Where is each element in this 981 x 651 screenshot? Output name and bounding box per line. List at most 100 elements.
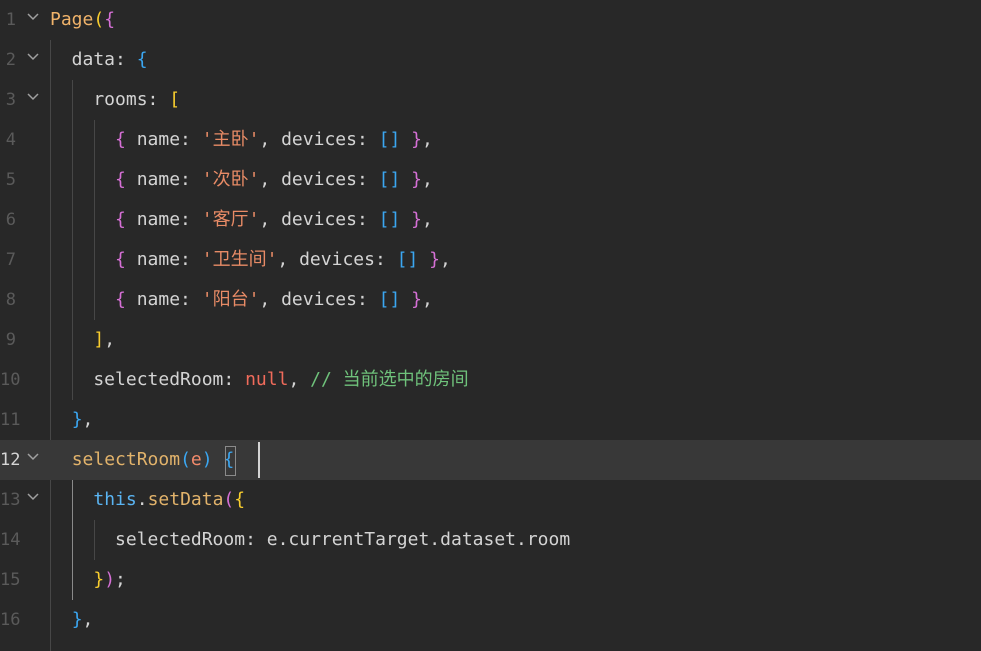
code-editor[interactable]: 1 Page({2 data: {3 rooms: [4 { name: '主卧'… [0, 0, 981, 651]
code-text: this.setData({ [50, 480, 245, 520]
line-number: 5 [5, 170, 16, 190]
indent-guide [50, 480, 51, 651]
code-token: , devices: [277, 249, 397, 270]
line-number: 3 [5, 90, 16, 110]
code-token: '主卧' [201, 129, 260, 150]
chevron-down-icon[interactable] [25, 80, 41, 120]
code-token: } [93, 569, 105, 590]
code-token: ) [104, 569, 116, 590]
code-token: ( [180, 449, 191, 470]
line-number: 6 [5, 210, 16, 230]
code-token: setData [147, 489, 224, 510]
line-number: 12 [0, 450, 21, 470]
bracket-match-highlight [225, 446, 236, 476]
code-token: ( [93, 9, 105, 30]
line-number: 9 [5, 330, 16, 350]
code-token: { [115, 169, 126, 190]
code-token: '卫生间' [201, 249, 278, 270]
code-token: name: [125, 209, 202, 230]
code-token: : e.currentTarget.dataset.room [245, 529, 571, 550]
code-line[interactable]: 10 selectedRoom: null, // 当前选中的房间 [0, 360, 981, 400]
code-token: } [71, 409, 83, 430]
line-number: 14 [0, 530, 21, 550]
line-number: 4 [5, 130, 16, 150]
line-number: 11 [0, 410, 21, 430]
code-line[interactable]: 16 }, [0, 600, 981, 640]
code-token: '客厅' [201, 209, 260, 230]
chevron-down-icon[interactable] [25, 640, 41, 651]
line-number: 10 [0, 370, 21, 390]
code-token: . [136, 489, 148, 510]
code-token: , [422, 129, 433, 150]
code-token: '次卧' [201, 169, 260, 190]
code-line[interactable]: 8 { name: '阳台', devices: [] }, [0, 280, 981, 320]
text-cursor [258, 442, 260, 478]
code-token: } [429, 249, 441, 270]
code-token: } [411, 209, 423, 230]
code-token: [] [378, 289, 401, 310]
indent-guide [94, 120, 95, 320]
line-number: 16 [0, 610, 21, 630]
chevron-down-icon[interactable] [25, 0, 41, 40]
code-line[interactable]: 11 }, [0, 400, 981, 440]
code-line[interactable]: 12 selectRoom(e) { [0, 440, 981, 480]
code-text: ], [50, 320, 115, 360]
code-token: name: [125, 249, 202, 270]
code-token: , [82, 609, 94, 630]
code-token: , devices: [259, 129, 379, 150]
code-token: { [115, 289, 126, 310]
code-line[interactable]: 13 this.setData({ [0, 480, 981, 520]
code-line[interactable]: 14 selectedRoom: e.currentTarget.dataset… [0, 520, 981, 560]
code-token: { [115, 249, 126, 270]
code-token: data [50, 49, 116, 70]
code-line[interactable]: 7 { name: '卫生间', devices: [] }, [0, 240, 981, 280]
code-token: selectedRoom [50, 529, 246, 550]
code-token: '阳台' [201, 289, 260, 310]
code-token: ) [201, 449, 213, 470]
code-token: [] [396, 249, 419, 270]
code-token: name: [125, 289, 202, 310]
code-token: ( [223, 489, 235, 510]
code-token: , [82, 409, 94, 430]
line-number: 17 [0, 640, 20, 651]
code-token: name: [125, 169, 202, 190]
code-line[interactable]: 4 { name: '主卧', devices: [] }, [0, 120, 981, 160]
indent-guide [94, 520, 95, 560]
code-line[interactable]: 15 }); [0, 560, 981, 600]
code-token: { [104, 9, 116, 30]
code-line[interactable]: 1 Page({ [0, 0, 981, 40]
chevron-down-icon[interactable] [25, 40, 41, 80]
line-number: 8 [5, 290, 16, 310]
code-text: selectRoom(e) { [50, 440, 235, 480]
chevron-down-icon[interactable] [25, 440, 41, 480]
line-number: 15 [0, 570, 21, 590]
code-token: { [115, 209, 126, 230]
code-token: } [411, 289, 423, 310]
code-token: , [440, 249, 451, 270]
code-line[interactable]: 5 { name: '次卧', devices: [] }, [0, 160, 981, 200]
code-line[interactable]: 17 [0, 640, 981, 651]
code-token: , devices: [259, 209, 379, 230]
code-token: Page [50, 9, 94, 30]
code-line[interactable]: 3 rooms: [ [0, 80, 981, 120]
line-number: 1 [5, 10, 16, 30]
code-token: this [93, 489, 137, 510]
code-token: { [136, 49, 148, 70]
code-token: [] [378, 169, 401, 190]
code-line[interactable]: 2 data: { [0, 40, 981, 80]
code-token: ; [115, 569, 126, 590]
code-line[interactable]: 9 ], [0, 320, 981, 360]
code-token: , [288, 369, 311, 390]
chevron-down-icon[interactable] [25, 480, 41, 520]
code-text: { name: '客厅', devices: [] }, [50, 200, 433, 240]
code-line[interactable]: 6 { name: '客厅', devices: [] }, [0, 200, 981, 240]
code-text: { name: '次卧', devices: [] }, [50, 160, 433, 200]
